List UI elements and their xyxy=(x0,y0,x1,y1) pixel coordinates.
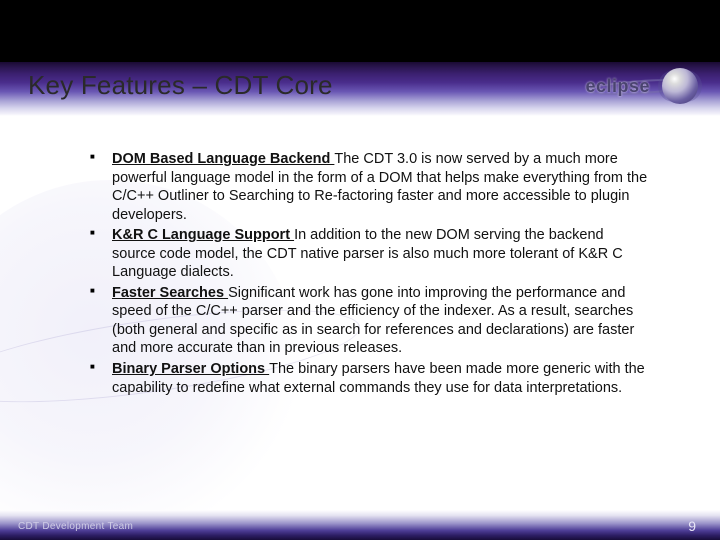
footer-author: CDT Development Team xyxy=(18,521,133,532)
page-title: Key Features – CDT Core xyxy=(28,70,333,101)
list-item: Faster Searches Significant work has gon… xyxy=(90,284,650,358)
bullet-heading: Faster Searches xyxy=(112,285,228,301)
list-item: DOM Based Language Backend The CDT 3.0 i… xyxy=(90,150,650,224)
list-item: Binary Parser Options The binary parsers… xyxy=(90,360,650,397)
bullet-list: DOM Based Language Backend The CDT 3.0 i… xyxy=(90,150,650,399)
slide: Key Features – CDT Core eclipse DOM Base… xyxy=(0,0,720,540)
page-number: 9 xyxy=(688,518,696,534)
bullet-heading: DOM Based Language Backend xyxy=(112,151,334,167)
bullet-heading: Binary Parser Options xyxy=(112,361,269,377)
top-black-bar xyxy=(0,0,720,62)
bullet-heading: K&R C Language Support xyxy=(112,227,294,243)
list-item: K&R C Language Support In addition to th… xyxy=(90,226,650,282)
